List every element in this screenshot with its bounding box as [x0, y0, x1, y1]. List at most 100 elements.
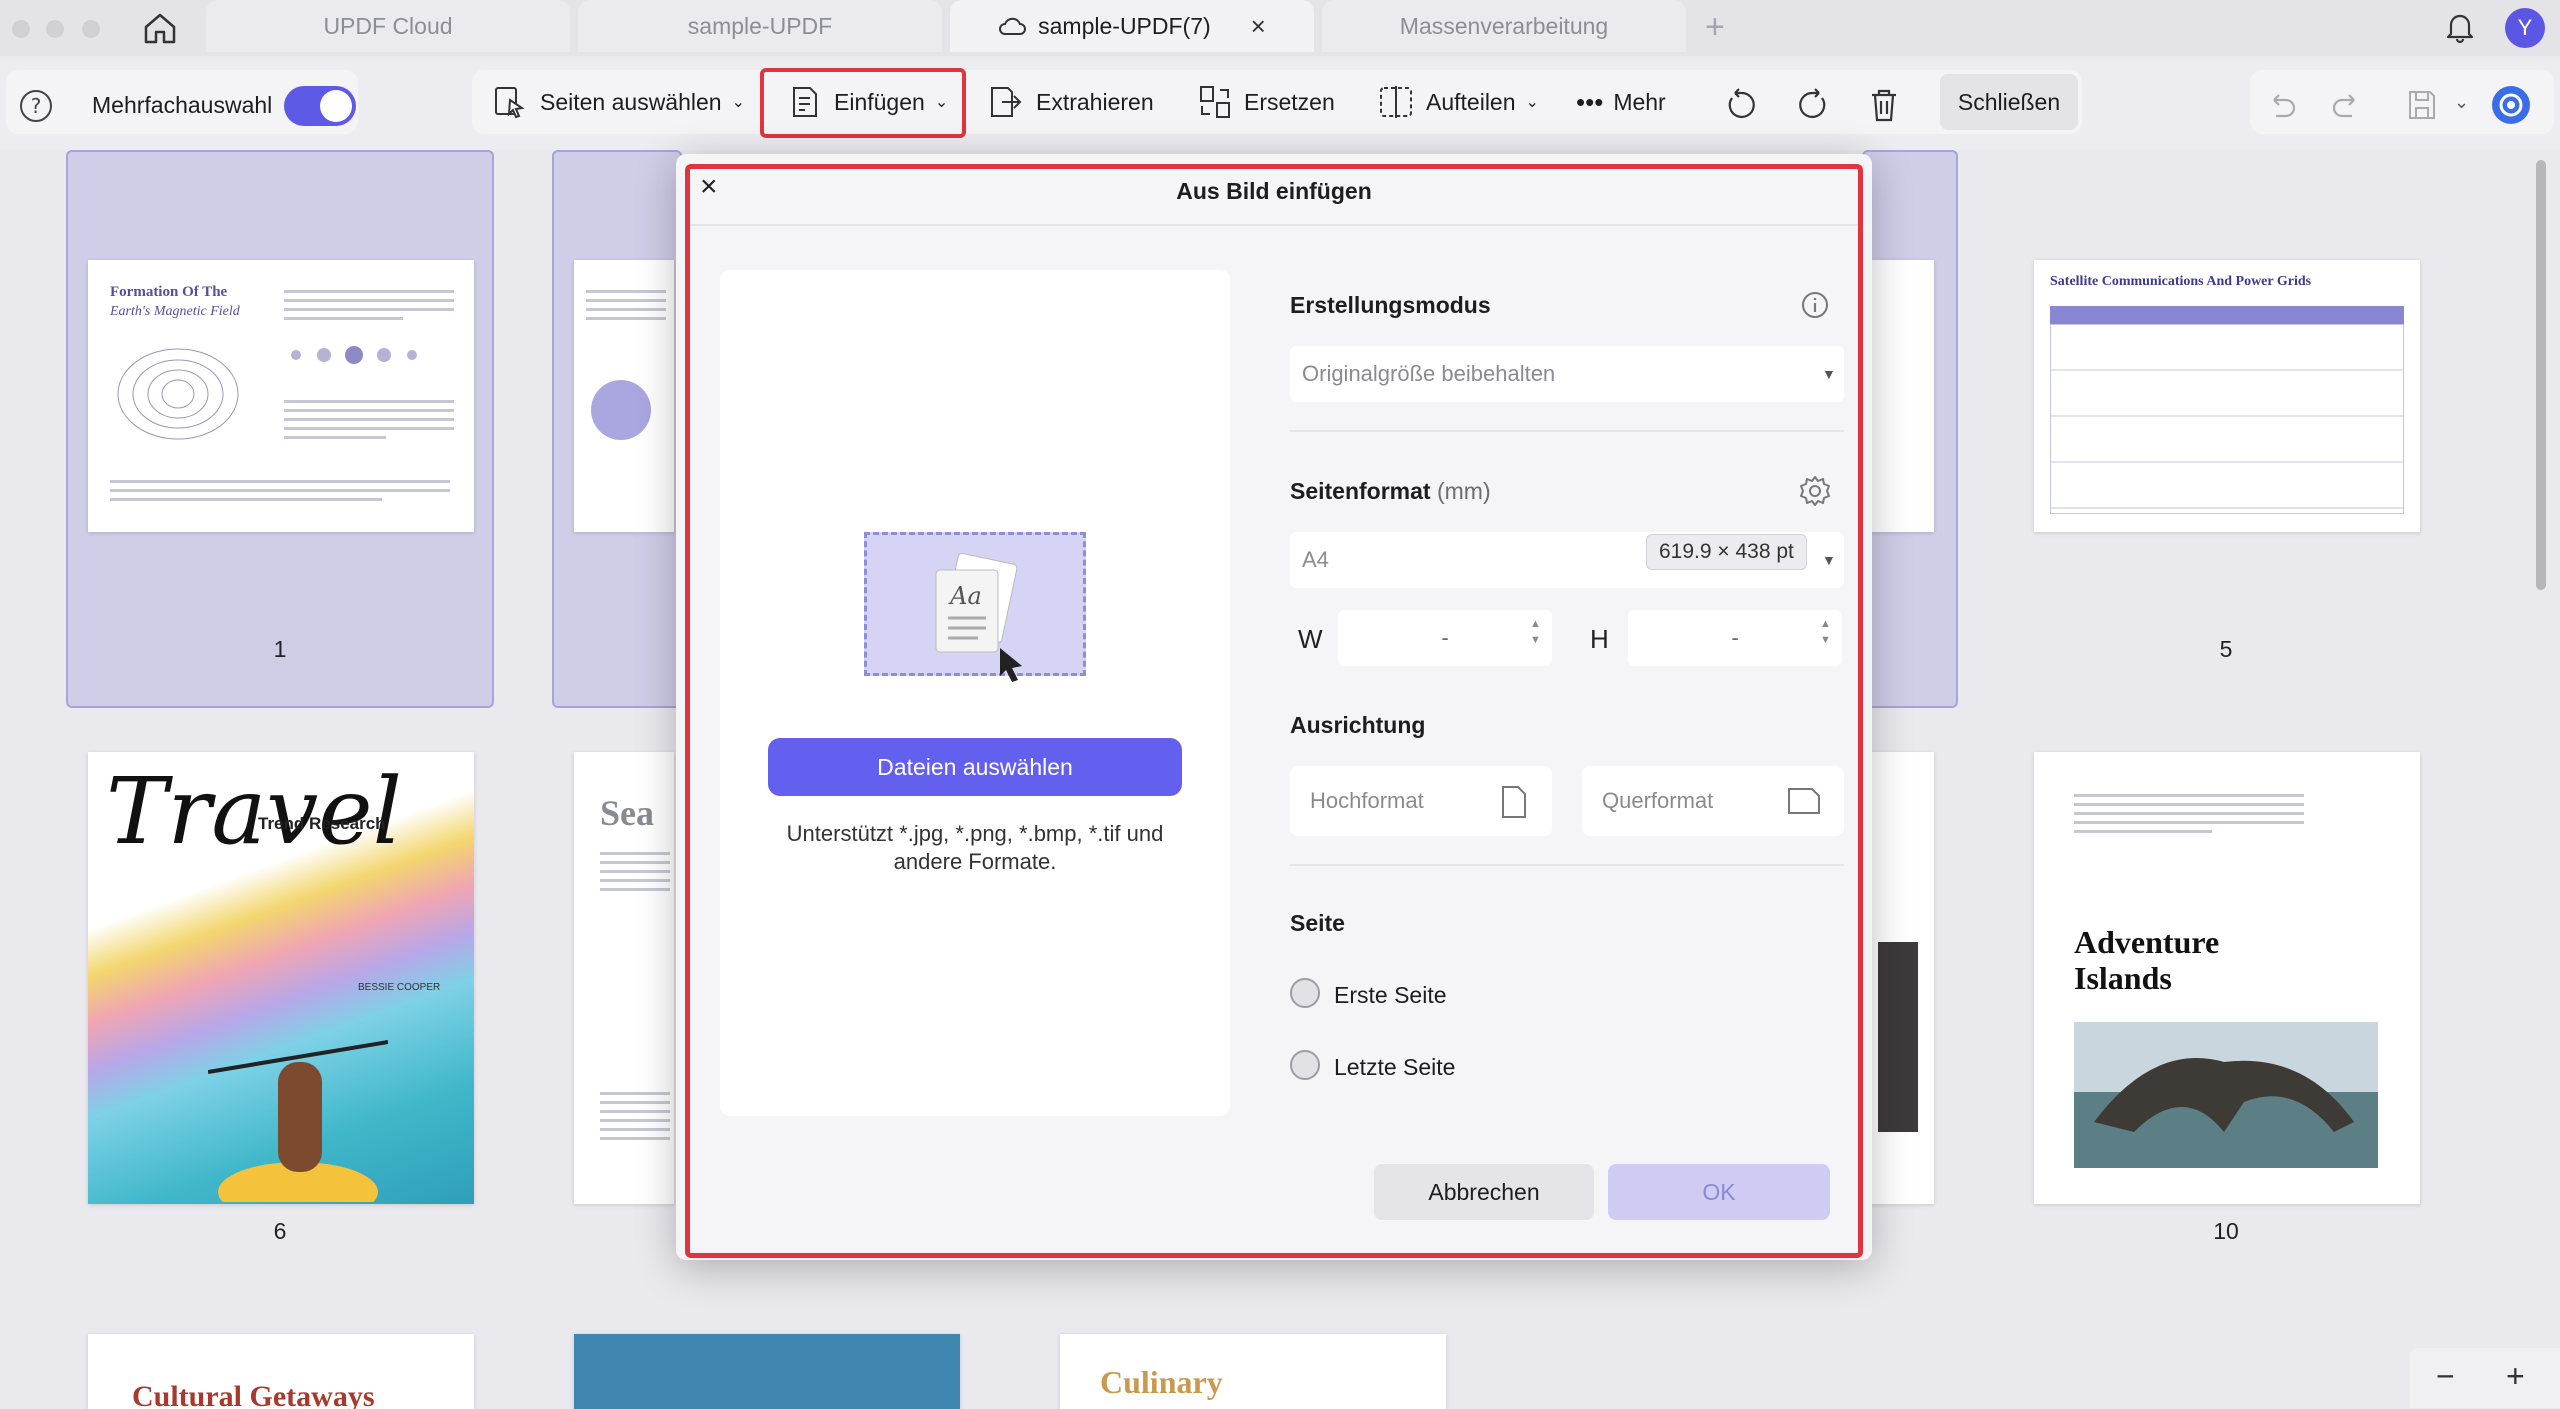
thumb-subtitle: Islands [2074, 960, 2172, 996]
thumb-author: BESSIE COOPER [358, 982, 441, 993]
window-close-dot[interactable] [12, 20, 30, 38]
insert-from-image-dialog: × Aus Bild einfügen Aa Dateien auswählen… [676, 154, 1872, 1260]
height-stepper[interactable]: ▲ ▼ [1820, 616, 1831, 648]
cancel-button[interactable]: Abbrechen [1374, 1164, 1594, 1220]
page-thumb-4[interactable] [1862, 260, 1934, 532]
page-thumb-10[interactable]: Adventure Islands [2034, 752, 2420, 1204]
thumb-title: Satellite Communications And Power Grids [2050, 274, 2312, 289]
chevron-down-icon[interactable]: ⌄ [2454, 92, 2469, 113]
height-label: H [1590, 624, 1609, 654]
split-icon [1380, 86, 1412, 118]
width-stepper[interactable]: ▲ ▼ [1530, 616, 1541, 648]
multi-select-label: Mehrfachauswahl [92, 92, 273, 118]
width-label: W [1298, 624, 1323, 654]
user-avatar[interactable]: Y [2505, 8, 2545, 48]
first-page-radio[interactable] [1290, 978, 1320, 1008]
thumb-title: Formation Of The [110, 284, 228, 300]
select-pages-icon [495, 87, 525, 119]
data-table-illustration [2050, 324, 2404, 514]
page-thumb-6[interactable]: Travel Trend Research BESSIE COOPER [88, 752, 474, 1204]
dropdown-arrow-icon: ▼ [1822, 552, 1836, 568]
tab-sample-updf-7[interactable]: sample-UPDF(7) × [950, 0, 1314, 52]
phase-dots-illustration [291, 346, 417, 364]
toolbar: ? Mehrfachauswahl Seiten auswählen ⌄ Einf… [0, 60, 2560, 150]
page-thumb-5[interactable]: Satellite Communications And Power Grids [2034, 260, 2420, 532]
svg-text:Aa: Aa [948, 582, 982, 610]
ok-button[interactable]: OK [1608, 1164, 1830, 1220]
zoom-controls: − + [2410, 1348, 2560, 1408]
tab-sample-updf[interactable]: sample-UPDF [578, 0, 942, 52]
height-input[interactable]: - [1628, 610, 1842, 666]
page-format-label: Seitenformat (mm) [1290, 478, 1491, 504]
kayaker-illustration [208, 1040, 388, 1202]
redo-icon[interactable] [2330, 90, 2362, 120]
page-thumb-9[interactable] [1862, 752, 1934, 1204]
page-thumb-12[interactable] [574, 1334, 960, 1409]
multi-select-toggle[interactable] [284, 86, 356, 126]
page-thumb-13[interactable]: Culinary [1060, 1334, 1446, 1409]
zoom-in-button[interactable]: + [2506, 1358, 2525, 1395]
bell-icon[interactable] [2443, 10, 2477, 44]
page-thumb-2[interactable] [574, 260, 674, 532]
orientation-label: Ausrichtung [1290, 712, 1426, 738]
landscape-page-icon [1788, 788, 1820, 814]
sea-arch-photo [2074, 1022, 2378, 1168]
page-thumb-7[interactable]: Sea [574, 752, 674, 1204]
rotate-left-icon[interactable] [1722, 86, 1760, 124]
last-page-label: Letzte Seite [1334, 1054, 1456, 1080]
divider [1290, 864, 1844, 866]
choose-files-button[interactable]: Dateien auswählen [768, 738, 1182, 796]
svg-text:?: ? [31, 94, 42, 118]
image-file-icon: Aa [935, 552, 1022, 682]
thumb-title: Adventure [2074, 924, 2220, 960]
help-icon[interactable]: ? [18, 88, 54, 124]
landscape-option[interactable]: Querformat [1582, 766, 1844, 836]
window-zoom-dot[interactable] [82, 20, 100, 38]
first-page-label: Erste Seite [1334, 982, 1447, 1008]
info-icon[interactable] [1800, 290, 1830, 320]
thumb-title: Cultural Getaways [132, 1380, 375, 1409]
portrait-page-icon [1502, 786, 1526, 818]
window-minimize-dot[interactable] [46, 20, 64, 38]
more-button[interactable]: ••• Mehr [1576, 70, 1666, 134]
thumb-title: Sea [600, 793, 654, 833]
page-number-1: 1 [273, 636, 287, 662]
select-pages-button[interactable]: Seiten auswählen ⌄ [492, 70, 745, 134]
tab-massenverarbeitung[interactable]: Massenverarbeitung [1322, 0, 1686, 52]
image-drop-area[interactable]: Aa Dateien auswählen Unterstützt *.jpg, … [720, 270, 1230, 1116]
last-page-radio[interactable] [1290, 1050, 1320, 1080]
replace-button[interactable]: Ersetzen [1198, 70, 1335, 134]
trash-icon[interactable] [1866, 86, 1902, 124]
page-thumb-1[interactable]: Formation Of The Earth's Magnetic Field [88, 260, 474, 532]
tab-close-icon[interactable]: × [1251, 11, 1266, 42]
thumb-title: Travel [106, 758, 403, 865]
cloud-icon [999, 17, 1027, 35]
width-input[interactable]: - [1338, 610, 1552, 666]
replace-icon [1200, 86, 1230, 118]
home-icon[interactable] [142, 10, 178, 46]
zoom-out-button[interactable]: − [2436, 1358, 2455, 1395]
chevron-down-icon: ⌄ [731, 94, 745, 111]
tab-updf-cloud[interactable]: UPDF Cloud [206, 0, 570, 52]
thumb-subtitle: Trend Research [258, 814, 386, 833]
new-tab-plus-icon[interactable]: + [1705, 8, 1725, 47]
rotate-right-icon[interactable] [1794, 86, 1832, 124]
close-page-tools-button[interactable]: Schließen [1940, 74, 2078, 130]
portrait-option[interactable]: Hochformat [1290, 766, 1552, 836]
page-size-tooltip: 619.9 × 438 pt [1646, 534, 1807, 570]
magnetic-field-illustration [117, 348, 239, 440]
ai-assistant-icon[interactable] [2490, 84, 2532, 126]
undo-icon[interactable] [2266, 90, 2298, 120]
page-thumb-11[interactable]: Cultural Getaways [88, 1334, 474, 1409]
save-icon[interactable] [2406, 88, 2438, 122]
extract-button[interactable]: Extrahieren [986, 70, 1154, 134]
vertical-scrollbar[interactable] [2536, 160, 2546, 590]
gear-icon[interactable] [1798, 474, 1832, 508]
chevron-down-icon: ⌄ [1525, 94, 1539, 111]
supported-formats-text: Unterstützt *.jpg, *.png, *.bmp, *.tif u… [786, 821, 1164, 874]
divider [1290, 430, 1844, 432]
page-position-label: Seite [1290, 910, 1345, 936]
creation-mode-select[interactable]: Originalgröße beibehalten [1290, 346, 1844, 402]
page-number-6: 6 [273, 1218, 287, 1244]
split-button[interactable]: Aufteilen ⌄ [1378, 70, 1539, 134]
